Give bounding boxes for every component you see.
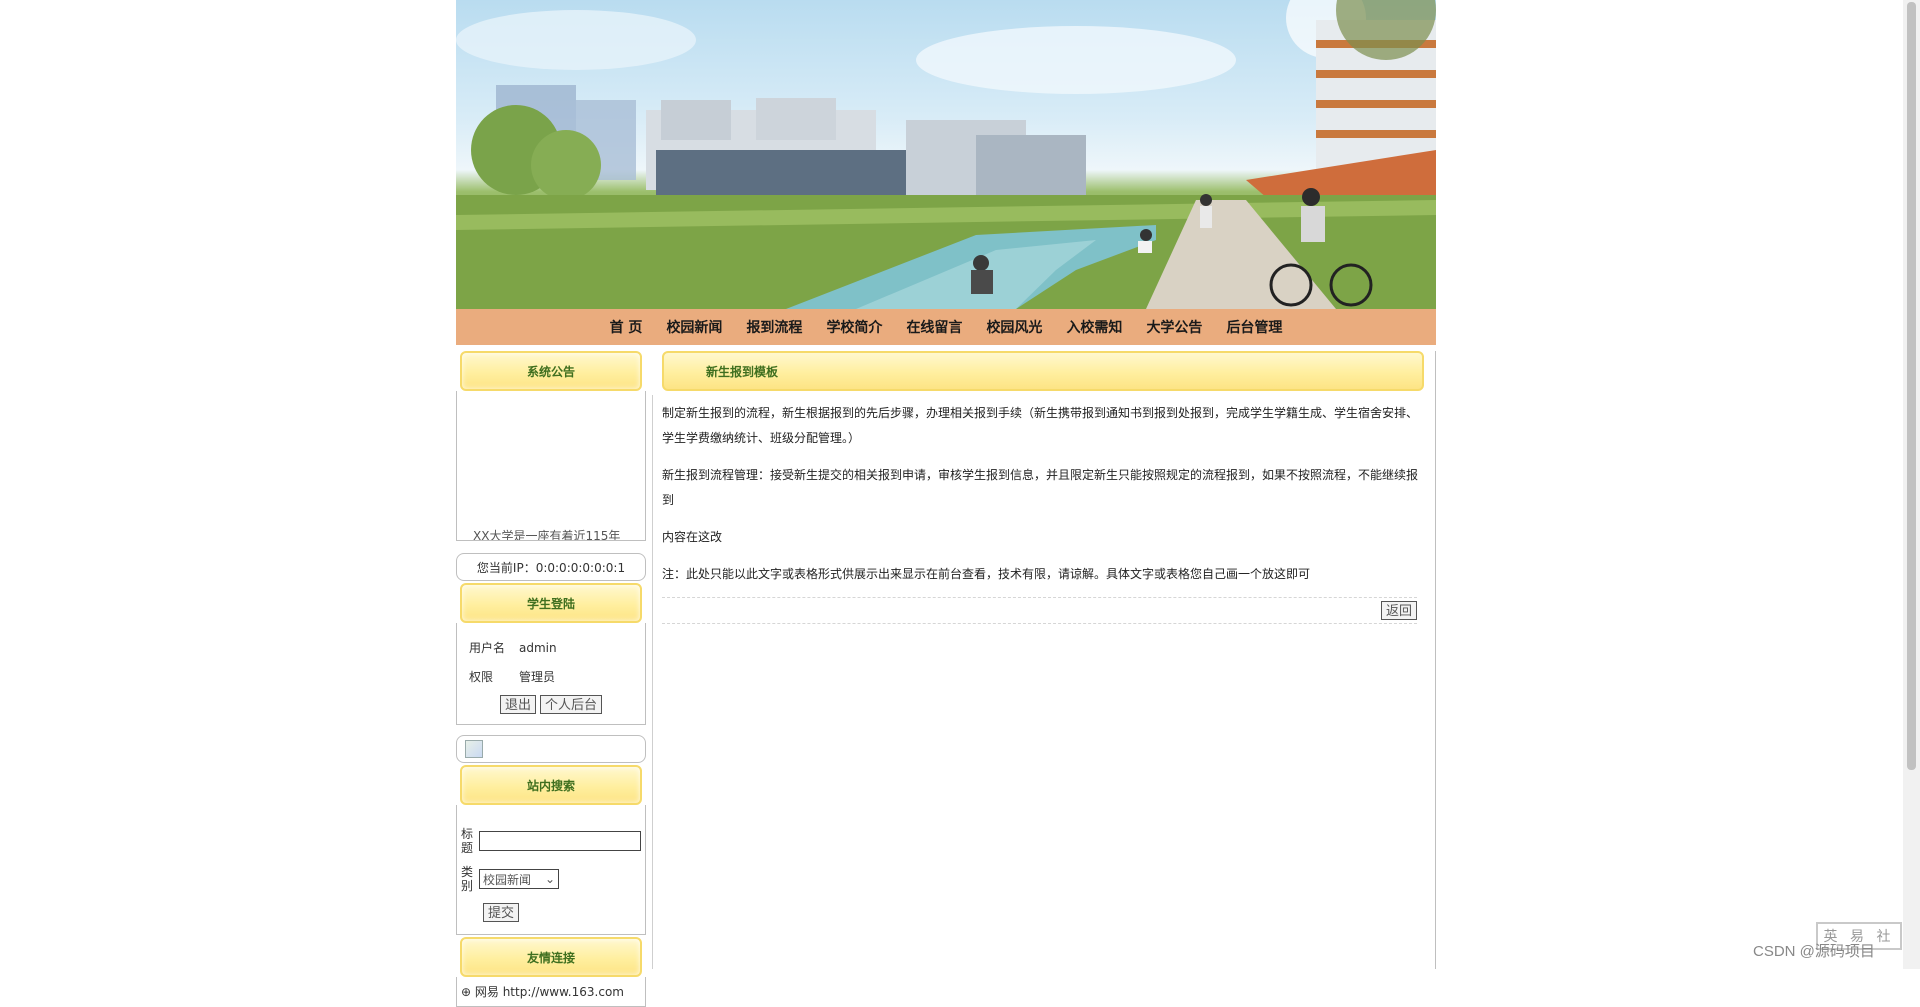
link-bullet-icon: ⊕	[461, 985, 472, 999]
search-panel: 标题 类别 校园新闻 ⌄ 提交	[456, 805, 646, 935]
username-value: admin	[519, 640, 557, 655]
search-panel-title: 站内搜索	[460, 765, 642, 805]
nav-campus-news[interactable]: 校园新闻	[666, 317, 722, 337]
username-row: 用户名 admin	[457, 633, 645, 662]
notice-panel: XX大学是一座有着近115年	[456, 391, 646, 541]
article-paragraph: 内容在这改	[662, 530, 723, 544]
links-panel: ⊕ 网易 http://www.163.com	[456, 977, 646, 1007]
nav-campus-scenery[interactable]: 校园风光	[986, 317, 1042, 337]
article-paragraph: 新生报到流程管理：接受新生提交的相关报到申请，审核学生报到信息，并且限定新生只能…	[662, 468, 1419, 507]
nav-online-message[interactable]: 在线留言	[906, 317, 962, 337]
login-buttons: 退出 个人后台	[457, 695, 645, 714]
ip-display: 您当前IP：0:0:0:0:0:0:0:1	[456, 553, 646, 581]
nav-enrollment-notice[interactable]: 入校需知	[1066, 317, 1122, 337]
search-category-row: 类别 校园新闻 ⌄	[457, 865, 645, 893]
search-title-label: 标题	[461, 827, 474, 855]
nav-admin[interactable]: 后台管理	[1226, 317, 1282, 337]
broken-image-icon[interactable]	[465, 740, 483, 758]
article-paragraph: 注：此处只能以此文字或表格形式供展示出来显示在前台查看，技术有限，请谅解。具体文…	[662, 567, 1311, 581]
friend-link-163[interactable]: 网易 http://www.163.com	[475, 985, 624, 999]
campus-illustration	[456, 0, 1436, 309]
search-category-select[interactable]: 校园新闻 ⌄	[479, 869, 559, 889]
main-content: 新生报到模板 制定新生报到的流程，新生根据报到的先后步骤，办理相关报到手续（新生…	[662, 351, 1436, 969]
nav-school-intro[interactable]: 学校简介	[826, 317, 882, 337]
nav-registration-process[interactable]: 报到流程	[746, 317, 802, 337]
chevron-down-icon: ⌄	[544, 872, 555, 886]
links-panel-title: 友情连接	[460, 937, 642, 977]
nav-university-announcement[interactable]: 大学公告	[1146, 317, 1202, 337]
role-label: 权限	[469, 670, 494, 684]
username-label: 用户名	[469, 641, 506, 655]
back-button[interactable]: 返回	[1380, 601, 1417, 620]
page-title: 新生报到模板	[662, 351, 1424, 391]
search-category-label: 类别	[461, 865, 474, 893]
notice-scroll-text[interactable]: XX大学是一座有着近115年	[473, 527, 620, 540]
login-panel: 用户名 admin 权限 管理员 退出 个人后台	[456, 623, 646, 725]
search-submit-button[interactable]: 提交	[483, 903, 520, 922]
search-title-input[interactable]	[479, 831, 641, 851]
login-panel-title: 学生登陆	[460, 583, 642, 623]
logout-button[interactable]: 退出	[499, 695, 536, 714]
page-container: 首 页 校园新闻 报到流程 学校简介 在线留言 校园风光 入校需知 大学公告 后…	[456, 0, 1436, 1007]
search-category-value: 校园新闻	[483, 872, 532, 887]
article-body: 制定新生报到的流程，新生根据报到的先后步骤，办理相关报到手续（新生携带报到通知书…	[662, 391, 1435, 587]
scrollbar-thumb[interactable]	[1907, 2, 1916, 770]
article-paragraph: 制定新生报到的流程，新生根据报到的先后步骤，办理相关报到手续（新生携带报到通知书…	[662, 406, 1419, 445]
main-divider	[652, 395, 653, 969]
campus-banner-image	[456, 0, 1436, 309]
article-footer: 返回	[662, 597, 1417, 624]
search-title-row: 标题	[457, 827, 645, 855]
left-sidebar: 系统公告 XX大学是一座有着近115年 您当前IP：0:0:0:0:0:0:0:…	[456, 351, 646, 1007]
nav-home[interactable]: 首 页	[610, 317, 643, 337]
watermark-text: CSDN @源码项目	[1753, 943, 1875, 960]
page-scrollbar[interactable]	[1903, 0, 1920, 969]
image-link-bar	[456, 735, 646, 763]
notice-panel-title: 系统公告	[460, 351, 642, 391]
main-nav: 首 页 校园新闻 报到流程 学校简介 在线留言 校园风光 入校需知 大学公告 后…	[456, 309, 1436, 345]
role-row: 权限 管理员	[457, 662, 645, 691]
search-submit-row: 提交	[457, 903, 645, 922]
role-value: 管理员	[519, 670, 556, 684]
personal-admin-button[interactable]: 个人后台	[540, 695, 603, 714]
